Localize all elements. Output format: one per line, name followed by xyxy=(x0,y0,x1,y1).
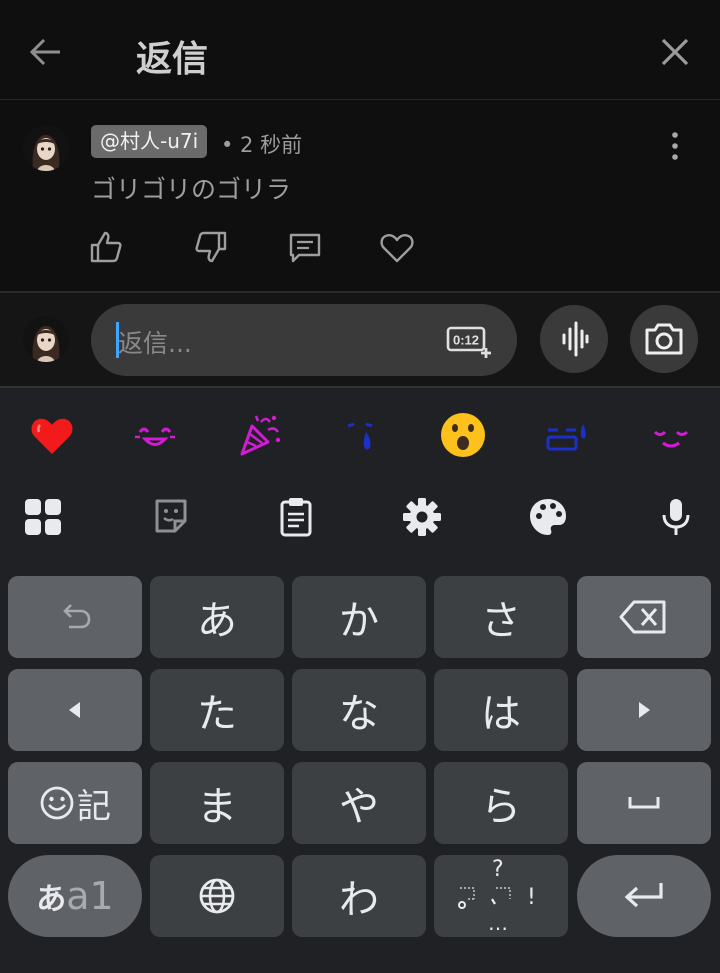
enter-key[interactable] xyxy=(577,855,711,937)
clipboard-icon[interactable] xyxy=(274,495,318,539)
backspace-icon xyxy=(619,600,666,634)
key-ha[interactable]: は xyxy=(434,669,568,751)
space-icon xyxy=(628,797,660,809)
astonished-face-emoji[interactable] xyxy=(438,410,488,460)
smiley-icon xyxy=(40,786,74,820)
avatar xyxy=(23,316,69,362)
comment-author[interactable]: @村人-u7i xyxy=(91,125,208,158)
reply-icon[interactable] xyxy=(285,227,325,267)
close-icon[interactable] xyxy=(656,33,694,71)
page-title: 返信 xyxy=(136,39,209,80)
key-na[interactable]: な xyxy=(292,669,426,751)
kuten-touten-icon xyxy=(458,887,511,909)
soft-keyboard: あ か さ た な は 記 ま や ら あ a1 わ ? ! … xyxy=(0,388,720,973)
tear-face-blue-emoji[interactable] xyxy=(336,410,386,460)
reply-composer: 返信... 0:12 xyxy=(0,291,720,388)
undo-key[interactable] xyxy=(8,576,142,658)
avatar-image xyxy=(23,125,69,171)
reply-input[interactable]: 返信... 0:12 xyxy=(91,304,517,376)
backspace-key[interactable] xyxy=(577,576,711,658)
cursor-right-key[interactable] xyxy=(577,669,711,751)
red-heart-emoji[interactable] xyxy=(27,410,77,460)
key-ra[interactable]: ら xyxy=(434,762,568,844)
voice-button[interactable] xyxy=(540,305,608,373)
voice-wave-icon xyxy=(562,321,589,357)
reply-placeholder: 返信... xyxy=(118,329,192,358)
palette-icon[interactable] xyxy=(526,495,570,539)
key-ya[interactable]: や xyxy=(292,762,426,844)
caret-right-icon xyxy=(639,702,650,718)
more-vert-icon[interactable] xyxy=(664,129,686,163)
undo-icon xyxy=(63,604,91,629)
cursor-left-key[interactable] xyxy=(8,669,142,751)
key-sa[interactable]: さ xyxy=(434,576,568,658)
sticker-icon[interactable] xyxy=(149,495,193,539)
mode-alnum-label: a1 xyxy=(66,874,114,918)
clip-label: 0:12 xyxy=(453,333,479,348)
input-mode-key[interactable]: あ a1 xyxy=(8,855,142,937)
settings-gear-icon[interactable] xyxy=(400,495,444,539)
heart-icon[interactable] xyxy=(377,227,417,267)
kigou-label: 記 xyxy=(77,786,111,827)
reply-header: 返信 xyxy=(0,0,720,100)
camera-icon xyxy=(645,323,683,355)
language-key[interactable] xyxy=(150,855,284,937)
avatar-image xyxy=(23,316,69,362)
exclamation-label: ! xyxy=(527,885,536,910)
caret-left-icon xyxy=(69,702,80,718)
comment-text: ゴリゴリのゴリラ xyxy=(91,175,292,204)
key-ma[interactable]: ま xyxy=(150,762,284,844)
apps-grid-icon[interactable] xyxy=(21,495,65,539)
timestamp-clip-icon[interactable]: 0:12 xyxy=(446,324,494,358)
comment-timestamp: • 2 秒前 xyxy=(221,133,303,157)
key-wa[interactable]: わ xyxy=(292,855,426,937)
arrow-left-icon[interactable] xyxy=(26,32,66,72)
camera-button[interactable] xyxy=(630,305,698,373)
globe-icon xyxy=(199,878,235,914)
key-a[interactable]: あ xyxy=(150,576,284,658)
party-popper-emoji[interactable] xyxy=(234,410,284,460)
thumbs-up-icon[interactable] xyxy=(86,227,126,267)
space-key[interactable] xyxy=(577,762,711,844)
key-ka[interactable]: か xyxy=(292,576,426,658)
smiling-face-magenta-emoji[interactable] xyxy=(130,410,180,460)
key-ta[interactable]: た xyxy=(150,669,284,751)
avatar[interactable] xyxy=(23,125,69,171)
emoji-symbol-key[interactable]: 記 xyxy=(8,762,142,844)
relieved-face-magenta-emoji[interactable] xyxy=(646,410,696,460)
crying-face-blue-emoji[interactable] xyxy=(542,410,592,460)
microphone-icon[interactable] xyxy=(654,495,698,539)
parent-comment: @村人-u7i • 2 秒前 ゴリゴリのゴリラ xyxy=(0,101,720,291)
thumbs-down-icon[interactable] xyxy=(191,227,231,267)
punctuation-key[interactable]: ? ! … xyxy=(434,855,568,937)
enter-icon xyxy=(624,883,663,908)
question-mark-label: ? xyxy=(492,857,504,882)
mode-kana-label: あ xyxy=(36,882,67,917)
